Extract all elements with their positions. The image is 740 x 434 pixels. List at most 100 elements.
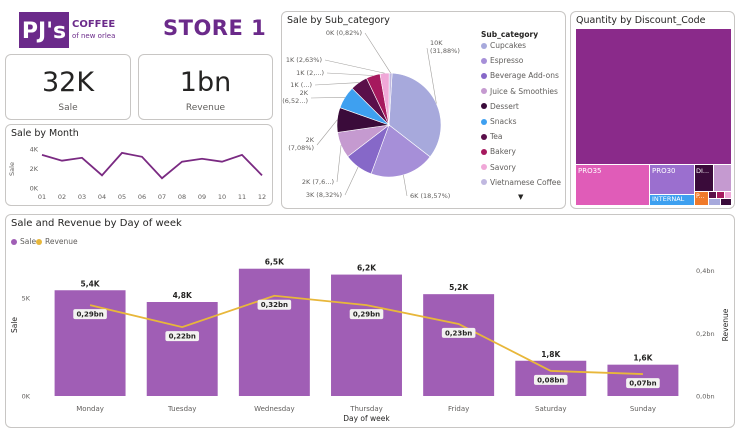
legend-label: Espresso: [490, 56, 524, 66]
x-tick-label: 07: [158, 193, 166, 201]
sale-bar: [331, 274, 402, 396]
legend-label: Snacks: [490, 117, 517, 126]
x-tick-label: 08: [178, 193, 186, 201]
treemap-cell-small[interactable]: [709, 192, 716, 198]
sale-by-month-chart: 0K 2K 4K Sale 01 02 03 04 05 06 07 08 09 10 11 12: [8, 146, 266, 202]
treemap-cell-internal[interactable]: INTERNAL: [650, 195, 694, 205]
y2-tick-label: 0,4bn: [696, 267, 715, 275]
sale-bar: [423, 294, 495, 396]
x-tick-label: 06: [138, 193, 146, 201]
kpi-label: Revenue: [185, 103, 226, 113]
x-tick-label: 03: [78, 193, 86, 201]
pie-data-label: 6K (18,57%): [410, 192, 450, 200]
treemap-cell-main[interactable]: [576, 29, 731, 164]
legend-label: Savory: [490, 162, 516, 172]
legend-scroll-down-icon[interactable]: ▼: [518, 193, 523, 201]
kpi-card-revenue[interactable]: 1bn Revenue: [138, 54, 273, 120]
x-tick-label: 05: [118, 193, 126, 201]
legend-item[interactable]: Snacks: [481, 117, 516, 126]
x-tick-label: Thursday: [349, 405, 383, 413]
x-tick-label: Sunday: [630, 405, 656, 413]
legend-item[interactable]: Espresso: [481, 56, 523, 65]
legend-dot: [481, 133, 487, 140]
x-tick-label: Friday: [448, 405, 469, 413]
x-axis-label: Day of week: [343, 414, 390, 423]
legend-dot: [481, 118, 487, 125]
legend-item[interactable]: Juice & Smoothies: [481, 87, 558, 96]
x-tick-label: 09: [198, 193, 206, 201]
legend-label: Tea: [490, 132, 503, 142]
sale-data-label: 1,6K: [633, 354, 653, 363]
treemap-cell-small[interactable]: [717, 192, 724, 198]
legend-label: Juice & Smoothies: [490, 86, 558, 96]
pie-leader-line: [314, 82, 359, 86]
svg-text:of new orleans: of new orleans: [72, 32, 116, 40]
legend-item[interactable]: Bakery: [481, 147, 516, 156]
pie-data-label: 1K (2,63%): [286, 56, 322, 64]
x-tick-label: Saturday: [535, 405, 567, 413]
store-title: STORE 1: [163, 16, 267, 40]
y-tick-label: 0K: [30, 185, 39, 193]
legend-dot: [481, 42, 487, 49]
legend-label: Cupcakes: [490, 41, 527, 50]
quantity-by-discount-card[interactable]: Quantity by Discount_Code PRO35 PRO30 IN…: [570, 11, 735, 209]
treemap-cell-pro30[interactable]: PRO30: [650, 165, 694, 194]
treemap-cell-di[interactable]: DI...: [695, 165, 713, 191]
x-tick-label: 10: [218, 193, 226, 201]
legend-item[interactable]: Cupcakes: [481, 41, 526, 50]
pie-data-label: 1K (2,...): [296, 69, 324, 77]
legend-item[interactable]: Dessert: [481, 102, 519, 111]
treemap-label: DI...: [696, 167, 710, 175]
legend-item[interactable]: Vietnamese Coffee: [481, 178, 561, 187]
pie-data-label: 1K (...): [290, 81, 312, 89]
legend-dot: [481, 88, 487, 95]
legend-item[interactable]: Beverage Add-ons: [481, 71, 559, 80]
pie-leader-line: [324, 59, 385, 74]
pie-data-label: 0K (0,82%): [326, 29, 362, 37]
y-tick-label: 5K: [22, 295, 31, 303]
treemap-label: INTERNAL: [652, 195, 685, 203]
kpi-label: Sale: [58, 103, 78, 113]
treemap-cell-small[interactable]: [714, 165, 731, 191]
kpi-card-sale[interactable]: 32K Sale: [5, 54, 131, 120]
legend-dot: [481, 103, 487, 110]
sale-data-label: 1,8K: [541, 350, 561, 359]
y-tick-label: 2K: [30, 165, 39, 173]
treemap-cell-small[interactable]: [721, 199, 731, 205]
y-axis-label: Sale: [10, 317, 19, 333]
sale-bar: [146, 302, 218, 396]
legend-dot: [481, 57, 487, 64]
y-tick-label: 0K: [22, 393, 31, 401]
legend-dot: [481, 179, 487, 186]
legend-label: Beverage Add-ons: [490, 71, 559, 81]
legend-dot: [481, 72, 487, 79]
treemap-cell-pro35[interactable]: PRO35: [576, 165, 649, 205]
sale-by-month-card[interactable]: Sale by Month 0K 2K 4K Sale 01 02 03 04 05 06 07 08…: [5, 124, 273, 206]
sale-data-label: 6,2K: [357, 264, 377, 273]
y-tick-label: 4K: [30, 146, 39, 154]
legend-label: Dessert: [490, 101, 519, 111]
treemap-label: PRO35: [578, 167, 602, 175]
legend-title: Sub_category: [481, 30, 539, 39]
sale-revenue-by-day-card[interactable]: Sale and Revenue by Day of week Sale Rev…: [5, 214, 735, 428]
revenue-data-label: 0,29bn: [353, 311, 380, 319]
x-tick-label: 02: [58, 193, 66, 201]
treemap-cell-small[interactable]: [725, 192, 731, 198]
svg-text:PJ's: PJ's: [22, 19, 66, 44]
y2-axis-label: Revenue: [721, 308, 730, 341]
pie-leader-line: [316, 119, 338, 146]
sale-data-label: 4,8K: [173, 291, 193, 300]
treemap-cell-small[interactable]: [709, 199, 720, 205]
pie-data-label: (31,88%): [430, 47, 460, 55]
treemap-cell-p[interactable]: P...: [695, 192, 708, 205]
pie-leader-line: [344, 166, 359, 196]
legend-item[interactable]: Savory: [481, 163, 516, 172]
legend-dot: [481, 148, 487, 155]
pie-data-label: 2K (7,6...): [302, 178, 334, 186]
pie-data-label: 3K (8,32%): [306, 191, 342, 199]
sale-by-subcategory-card[interactable]: Sale by Sub_category 10K (31,88%) 6K (18,5…: [281, 11, 566, 209]
pie-leader-line: [336, 145, 342, 183]
pie-data-label: (6,52...): [282, 97, 308, 105]
pie-leader-line: [326, 72, 374, 76]
legend-item[interactable]: Tea: [481, 132, 503, 141]
